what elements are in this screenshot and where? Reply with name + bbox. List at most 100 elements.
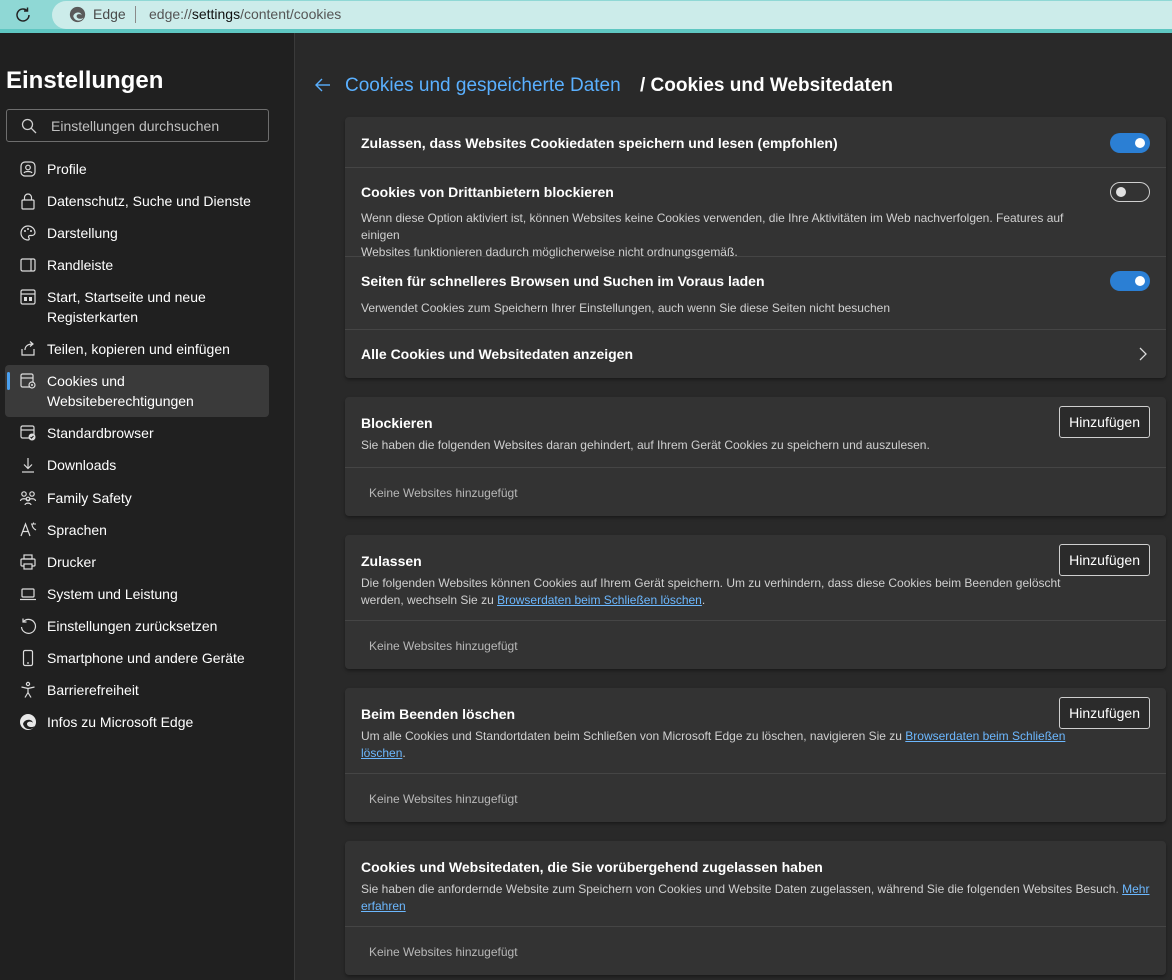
sidebar-item-label: Sprachen [47, 522, 107, 538]
sidebar-item-sidebar[interactable]: Randleiste [5, 255, 269, 277]
block-third-party-title: Cookies von Drittanbietern blockieren [361, 184, 614, 200]
page-title: / Cookies und Websitedaten [640, 75, 894, 96]
sidebar-item-share[interactable]: Teilen, kopieren und einfügen [5, 339, 269, 361]
sidebar-item-label: Teilen, kopieren und einfügen [47, 341, 230, 357]
desc-line: löschen. [361, 745, 1101, 762]
reload-icon[interactable] [12, 4, 34, 26]
clear-on-close-link[interactable]: Browserdaten beim Schließen [905, 729, 1065, 743]
sidebar-item-profile[interactable]: Profile [5, 159, 269, 181]
desc-text: werden, wechseln Sie zu [361, 593, 498, 607]
allow-empty-text: Keine Websites hinzugefügt [369, 639, 518, 653]
preload-title: Seiten für schnelleres Browsen und Suche… [361, 273, 765, 289]
url-path: /content/cookies [240, 6, 342, 22]
desc-line: erfahren [361, 898, 1151, 915]
clear-on-close-link[interactable]: Browserdaten beim Schließen löschen [497, 593, 702, 607]
preload-description: Verwendet Cookies zum Speichern Ihrer Ei… [361, 301, 890, 315]
divider [345, 167, 1166, 168]
sidebar-item-label: Smartphone und andere Geräte [47, 650, 245, 666]
cookie-permissions-icon [20, 373, 36, 389]
sidebar-item-label: Drucker [47, 554, 97, 570]
divider [345, 467, 1166, 468]
sidebar-item-label: Cookies und Websiteberechtigungen [47, 373, 194, 409]
sidebar-item-languages[interactable]: Sprachen [5, 520, 269, 542]
clear-on-exit-card: Beim Beenden löschen Um alle Cookies und… [345, 688, 1166, 822]
block-empty-text: Keine Websites hinzugefügt [369, 486, 518, 500]
sidebar-item-accessibility[interactable]: Barrierefreiheit [5, 680, 269, 702]
profile-icon [20, 161, 36, 177]
see-all-cookies-title: Alle Cookies und Websitedaten anzeigen [361, 346, 634, 362]
sidebar-item-cookies[interactable]: Cookies und Websiteberechtigungen [5, 365, 269, 417]
share-icon [21, 341, 35, 356]
sidebar-item-label: Datenschutz, Suche und Dienste [47, 193, 251, 209]
default-browser-icon [20, 425, 36, 441]
sidebar-item-label: Standardbrowser [47, 425, 154, 441]
reset-icon [20, 618, 37, 634]
desc-line: Websites funktionieren dadurch möglicher… [361, 245, 738, 259]
sidebar-item-label: Einstellungen zurücksetzen [47, 618, 218, 634]
block-add-button[interactable]: Hinzufügen [1059, 406, 1150, 438]
sidebar-item-default-browser[interactable]: Standardbrowser [5, 423, 269, 445]
palette-icon [20, 225, 36, 241]
allow-cookies-toggle[interactable] [1110, 133, 1150, 153]
sidebar-item-downloads[interactable]: Downloads [5, 455, 269, 477]
edge-logo-icon [69, 6, 86, 23]
sidebar-divider [294, 33, 295, 980]
search-icon [21, 118, 37, 134]
learn-more-link[interactable]: Mehr [1122, 882, 1149, 896]
url-prefix: edge:// [149, 6, 192, 22]
url-host: settings [191, 6, 241, 22]
learn-more-link-cont[interactable]: erfahren [361, 899, 406, 913]
back-arrow-icon[interactable] [313, 75, 333, 95]
language-icon [20, 522, 37, 537]
sidebar-title: Einstellungen [6, 67, 164, 94]
preload-toggle[interactable] [1110, 271, 1150, 291]
clear-on-exit-add-button[interactable]: Hinzufügen [1059, 697, 1150, 729]
printer-icon [20, 554, 36, 570]
clear-on-exit-description: Um alle Cookies und Standortdaten beim S… [361, 728, 1101, 762]
see-all-cookies-row[interactable]: Alle Cookies und Websitedaten anzeigen [345, 330, 1166, 378]
block-description: Sie haben die folgenden Websites daran g… [361, 438, 930, 452]
desc-text: . [402, 746, 406, 760]
sidebar-item-phone[interactable]: Smartphone und andere Geräte [5, 648, 269, 670]
family-icon [19, 491, 37, 506]
block-list-card: Blockieren Sie haben die folgenden Websi… [345, 397, 1166, 516]
sidebar-item-label: System und Leistung [47, 586, 178, 602]
lock-icon [21, 193, 35, 210]
desc-line: werden, wechseln Sie zu Browserdaten bei… [361, 592, 1101, 609]
sidebar-item-label: Darstellung [47, 225, 118, 241]
sidebar-item-label: Family Safety [47, 490, 132, 506]
breadcrumb-parent-link[interactable]: Cookies und gespeicherte Daten [345, 75, 621, 97]
divider [345, 773, 1166, 774]
sidebar-item-system[interactable]: System und Leistung [5, 584, 269, 606]
allow-description: Die folgenden Websites können Cookies au… [361, 575, 1101, 609]
sidebar-item-label: Profile [47, 161, 87, 177]
sidebar-item-reset[interactable]: Einstellungen zurücksetzen [5, 616, 269, 638]
settings-search[interactable] [6, 109, 269, 142]
clear-on-exit-title: Beim Beenden löschen [361, 706, 516, 722]
clear-on-close-link-cont[interactable]: löschen [361, 746, 402, 760]
sidebar-item-privacy[interactable]: Datenschutz, Suche und Dienste [5, 191, 269, 213]
sidebar-item-family-safety[interactable]: Family Safety [5, 488, 269, 510]
address-separator [135, 6, 136, 23]
allow-add-button[interactable]: Hinzufügen [1059, 544, 1150, 576]
address-url[interactable]: edge://settings/content/cookies [149, 6, 341, 22]
sidebar-item-printers[interactable]: Drucker [5, 552, 269, 574]
sidebar-item-start[interactable]: Start, Startseite und neue Registerkarte… [5, 287, 269, 329]
home-icon [20, 289, 36, 305]
sidebar-item-appearance[interactable]: Darstellung [5, 223, 269, 245]
block-third-party-description: Wenn diese Option aktiviert ist, können … [361, 210, 1101, 261]
search-input[interactable] [51, 118, 251, 134]
phone-icon [22, 649, 34, 667]
temporary-empty-text: Keine Websites hinzugefügt [369, 945, 518, 959]
desc-text: . [701, 593, 706, 607]
chevron-right-icon [1139, 347, 1147, 361]
sidebar-item-about[interactable]: Infos zu Microsoft Edge [5, 712, 269, 734]
block-third-party-toggle[interactable] [1110, 182, 1150, 202]
cookie-settings-card: Zulassen, dass Websites Cookiedaten spei… [345, 117, 1166, 378]
temporary-description: Sie haben die anfordernde Website zum Sp… [361, 881, 1151, 915]
desc-text: Sie haben die anfordernde Website zum Sp… [361, 882, 1123, 896]
sidebar-item-label: Randleiste [47, 257, 114, 273]
edge-icon [20, 714, 36, 730]
desc-line: Die folgenden Websites können Cookies au… [361, 576, 1061, 590]
allow-list-card: Zulassen Die folgenden Websites können C… [345, 535, 1166, 669]
